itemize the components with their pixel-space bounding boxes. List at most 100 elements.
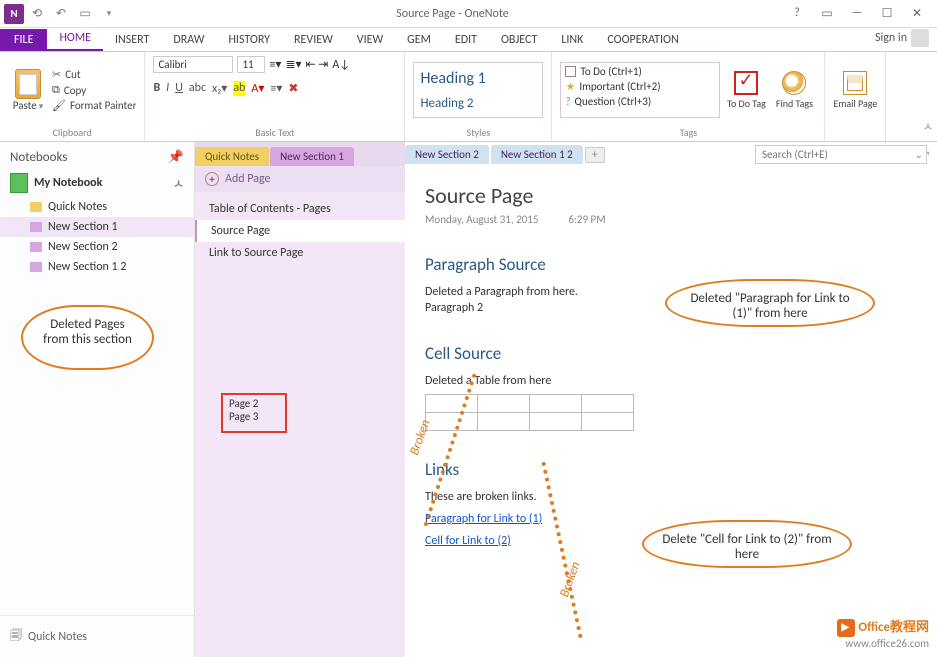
help-icon[interactable]: ? bbox=[785, 6, 809, 21]
find-tags-button[interactable]: Find Tags bbox=[772, 71, 816, 110]
ribbon-tabs: FILE HOME INSERT DRAW HISTORY REVIEW VIE… bbox=[0, 28, 937, 52]
section-tabs-right: New Section 2 New Section 1 2 + bbox=[405, 145, 605, 164]
strike-button[interactable]: abc bbox=[189, 81, 206, 96]
tab-review[interactable]: REVIEW bbox=[282, 29, 345, 51]
section-new-2[interactable]: New Section 2 bbox=[0, 237, 194, 257]
notebooks-header: Notebooks bbox=[10, 150, 67, 165]
dock-icon[interactable]: ▭ bbox=[74, 3, 96, 25]
callout-deleted-cell: Delete "Cell for Link to (2)" from here bbox=[642, 520, 852, 568]
tab-section-new1[interactable]: New Section 1 bbox=[270, 147, 354, 166]
search-input[interactable] bbox=[755, 145, 927, 164]
sort-icon[interactable]: A↓ bbox=[332, 58, 350, 72]
heading-links: Links bbox=[425, 459, 917, 480]
font-name-select[interactable]: Calibri bbox=[153, 56, 233, 73]
current-notebook[interactable]: My Notebook ㅅ bbox=[0, 169, 194, 197]
page-toc[interactable]: Table of Contents - Pages bbox=[195, 198, 405, 220]
align-button[interactable]: ≡▾ bbox=[270, 81, 282, 96]
pin-icon[interactable]: 📌 bbox=[168, 150, 184, 165]
link-paragraph[interactable]: Paragraph for Link to (1) bbox=[425, 512, 917, 526]
styles-gallery[interactable]: Heading 1 Heading 2 bbox=[413, 62, 543, 118]
indent-icon[interactable]: ⇤ ⇥ bbox=[306, 57, 329, 72]
email-page-button[interactable]: Email Page bbox=[833, 71, 877, 110]
window-title: Source Page - OneNote bbox=[120, 7, 785, 21]
notebook-icon bbox=[10, 173, 28, 193]
style-heading1[interactable]: Heading 1 bbox=[420, 69, 536, 88]
undo-icon[interactable]: ↶ bbox=[50, 3, 72, 25]
tags-gallery[interactable]: To Do (Ctrl+1) ★Important (Ctrl+2) ?Ques… bbox=[560, 62, 720, 118]
page-link-source[interactable]: Link to Source Page bbox=[195, 242, 405, 264]
tab-file[interactable]: FILE bbox=[0, 29, 47, 51]
font-size-select[interactable]: 11 bbox=[237, 56, 265, 73]
notebooks-pane: Notebooks 📌 My Notebook ㅅ Quick Notes Ne… bbox=[0, 142, 195, 657]
tab-view[interactable]: VIEW bbox=[345, 29, 395, 51]
collapse-ribbon-icon[interactable]: ㅅ bbox=[923, 118, 933, 134]
bold-button[interactable]: B bbox=[153, 81, 160, 96]
painter-icon: 🖌 bbox=[52, 99, 66, 112]
tab-link[interactable]: LINK bbox=[549, 29, 595, 51]
sign-in-button[interactable]: Sign in bbox=[867, 25, 937, 51]
plus-icon: + bbox=[205, 172, 219, 186]
highlight-button[interactable]: ab bbox=[233, 81, 245, 96]
title-bar: N ⟲ ↶ ▭ Source Page - OneNote ? ▭ — ☐ ✕ bbox=[0, 0, 937, 28]
tab-cooperation[interactable]: COOPERATION bbox=[595, 29, 690, 51]
heading-para-source: Paragraph Source bbox=[425, 254, 917, 275]
cut-icon: ✂ bbox=[52, 68, 61, 81]
section-quick-notes[interactable]: Quick Notes bbox=[0, 197, 194, 217]
back-icon[interactable]: ⟲ bbox=[26, 3, 48, 25]
group-label-text: Basic Text bbox=[153, 124, 396, 139]
search-dropdown-icon[interactable]: ⌄ bbox=[915, 148, 923, 161]
page-content: ⤢ Source Page Monday, August 31, 2015 6:… bbox=[405, 142, 937, 657]
section-new-1[interactable]: New Section 1 bbox=[0, 217, 194, 237]
tab-section-quicknotes[interactable]: Quick Notes bbox=[195, 147, 269, 166]
page-time: 6:29 PM bbox=[568, 213, 605, 226]
copy-button[interactable]: ⧉Copy bbox=[52, 83, 136, 97]
cut-button[interactable]: ✂Cut bbox=[52, 68, 136, 81]
page-date: Monday, August 31, 2015 bbox=[425, 213, 538, 226]
close-icon[interactable]: ✕ bbox=[905, 6, 929, 21]
font-color-button[interactable]: A▾ bbox=[251, 81, 264, 96]
deleted-page-3: Page 3 bbox=[229, 410, 279, 423]
page-source[interactable]: Source Page bbox=[195, 220, 405, 242]
add-section-button[interactable]: + bbox=[585, 147, 605, 163]
callout-deleted-paragraph: Deleted "Paragraph for Link to (1)" from… bbox=[665, 279, 875, 327]
tab-insert[interactable]: INSERT bbox=[103, 29, 161, 51]
copy-icon: ⧉ bbox=[52, 83, 60, 97]
watermark-icon bbox=[837, 619, 855, 637]
tab-history[interactable]: HISTORY bbox=[216, 29, 282, 51]
numbering-icon[interactable]: ≣▾ bbox=[285, 57, 301, 72]
watermark: Office教程网 www.office26.com bbox=[837, 619, 929, 651]
tab-section-new2[interactable]: New Section 2 bbox=[405, 145, 489, 164]
tab-draw[interactable]: DRAW bbox=[161, 29, 216, 51]
chevron-up-icon: ㅅ bbox=[173, 175, 184, 192]
tab-section-new12[interactable]: New Section 1 2 bbox=[491, 145, 583, 164]
todo-tag-button[interactable]: To Do Tag bbox=[724, 71, 768, 110]
group-tags: To Do (Ctrl+1) ★Important (Ctrl+2) ?Ques… bbox=[552, 52, 825, 141]
ribbon-options-icon[interactable]: ▭ bbox=[815, 6, 839, 21]
italic-button[interactable]: I bbox=[166, 81, 169, 96]
onenote-app-icon: N bbox=[4, 4, 24, 24]
tab-object[interactable]: OBJECT bbox=[489, 29, 549, 51]
group-basic-text: Calibri 11 ≡▾ ≣▾ ⇤ ⇥ A↓ B I U abc x₂▾ ab… bbox=[145, 52, 405, 141]
tab-home[interactable]: HOME bbox=[47, 27, 103, 51]
group-label-clipboard: Clipboard bbox=[8, 124, 136, 139]
style-heading2[interactable]: Heading 2 bbox=[420, 96, 536, 111]
underline-button[interactable]: U bbox=[175, 81, 183, 96]
qat-more-icon[interactable] bbox=[98, 3, 120, 25]
section-new-12[interactable]: New Section 1 2 bbox=[0, 257, 194, 277]
add-page-button[interactable]: + Add Page bbox=[195, 166, 405, 192]
quick-notes-footer[interactable]: 🗐 Quick Notes bbox=[0, 615, 194, 657]
subscript-button[interactable]: x₂▾ bbox=[212, 81, 227, 96]
page-title[interactable]: Source Page bbox=[425, 182, 917, 209]
heading-cell-source: Cell Source bbox=[425, 343, 917, 364]
format-painter-button[interactable]: 🖌Format Painter bbox=[52, 99, 136, 112]
clear-format-button[interactable]: ✖ bbox=[288, 81, 298, 96]
cell-deleted-text: Deleted a Table from here bbox=[425, 374, 917, 388]
minimize-icon[interactable]: — bbox=[845, 6, 869, 21]
paste-button[interactable]: Paste bbox=[8, 69, 48, 112]
group-email: Email Page bbox=[825, 52, 886, 141]
bullets-icon[interactable]: ≡▾ bbox=[269, 57, 281, 72]
group-label-tags: Tags bbox=[560, 124, 816, 139]
tab-edit[interactable]: EDIT bbox=[443, 29, 489, 51]
tab-gem[interactable]: GEM bbox=[395, 29, 443, 51]
maximize-icon[interactable]: ☐ bbox=[875, 6, 899, 21]
